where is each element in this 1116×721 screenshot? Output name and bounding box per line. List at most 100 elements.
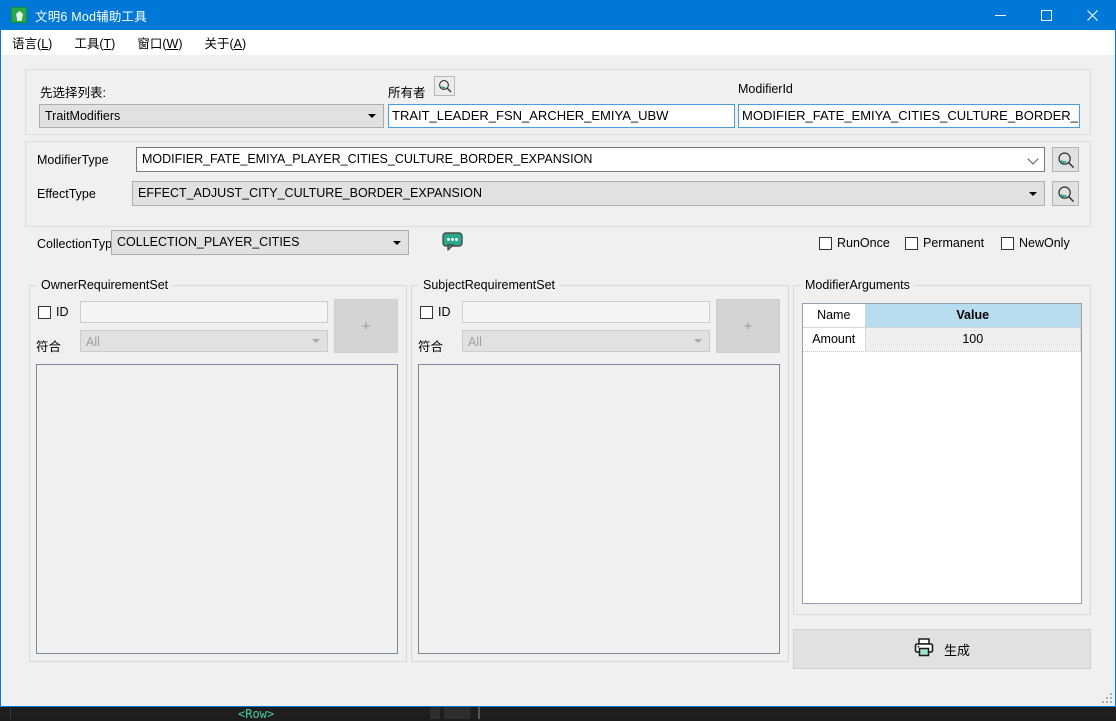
modifier-arguments-grid[interactable]: Name Value Amount 100 <box>802 303 1082 604</box>
checkbox-permanent-label: Permanent <box>923 236 985 250</box>
subject-id-checkbox-label: ID <box>438 305 451 319</box>
subject-requirement-set-group: SubjectRequirementSet ID + 符合 All <box>411 278 789 662</box>
modifier-id-label: ModifierId <box>738 82 793 96</box>
owner-search-icon[interactable] <box>434 76 455 96</box>
checkbox-newonly-label: NewOnly <box>1019 236 1070 250</box>
status-bar <box>1 684 1115 706</box>
menu-accel-about: A <box>233 36 243 51</box>
menu-accel-tools: T <box>103 36 112 51</box>
menu-bar: 语言(L) 工具(T) 窗口(W) 关于(A) <box>1 30 1115 55</box>
editor-tabstrip <box>430 706 560 719</box>
effect-type-value: EFFECT_ADJUST_CITY_CULTURE_BORDER_EXPANS… <box>138 186 483 200</box>
grid-header-name[interactable]: Name <box>803 304 866 328</box>
application-window: 文明6 Mod辅助工具 语言(L) 工具(T) 窗口(W) 关于(A) 先选择列… <box>0 0 1116 707</box>
list-select-label: 先选择列表: <box>40 86 106 100</box>
menu-label-window: 窗口 <box>137 36 163 51</box>
subject-id-checkbox[interactable]: ID <box>420 305 451 319</box>
menu-accel-language: L <box>41 36 49 51</box>
owner-id-checkbox[interactable]: ID <box>38 305 69 319</box>
printer-icon <box>914 638 934 660</box>
menu-label-language: 语言 <box>12 36 38 51</box>
list-select-value: TraitModifiers <box>45 109 121 123</box>
modifier-id-value: MODIFIER_FATE_EMIYA_CITIES_CULTURE_BORDE… <box>742 108 1079 123</box>
effect-type-search-icon[interactable] <box>1052 181 1079 206</box>
menu-item-tools[interactable]: 工具(T) <box>63 30 126 55</box>
app-icon <box>11 7 27 23</box>
menu-item-window[interactable]: 窗口(W) <box>126 30 193 55</box>
editor-gutter-line <box>10 706 11 719</box>
owner-requirement-list[interactable] <box>36 364 398 654</box>
subject-add-button[interactable]: + <box>716 299 780 353</box>
checkbox-permanent[interactable]: Permanent <box>905 236 984 250</box>
main-content: 先选择列表: TraitModifiers 所有者 TRAIT_LEADER_F… <box>1 55 1115 706</box>
subject-requirement-list[interactable] <box>418 364 780 654</box>
window-title: 文明6 Mod辅助工具 <box>35 9 147 24</box>
chevron-down-icon <box>312 339 320 343</box>
checkbox-permanent-box <box>905 236 918 250</box>
subject-match-value: All <box>468 335 482 349</box>
generate-button[interactable]: 生成 <box>793 629 1091 669</box>
modifier-type-label: ModifierType <box>37 153 109 167</box>
menu-item-about[interactable]: 关于(A) <box>193 30 257 55</box>
collection-type-value: COLLECTION_PLAYER_CITIES <box>117 235 300 249</box>
chevron-down-icon <box>393 240 401 245</box>
modifier-arguments-group: ModifierArguments Name Value Amount 100 <box>793 278 1091 615</box>
grid-cell-name[interactable]: Amount <box>803 327 866 352</box>
modifier-type-combo[interactable]: MODIFIER_FATE_EMIYA_PLAYER_CITIES_CULTUR… <box>136 147 1045 172</box>
subject-match-label: 符合 <box>418 340 444 354</box>
collection-type-combo[interactable]: COLLECTION_PLAYER_CITIES <box>111 230 409 255</box>
chevron-down-icon <box>1027 152 1039 165</box>
modifier-id-input[interactable]: MODIFIER_FATE_EMIYA_CITIES_CULTURE_BORDE… <box>738 104 1080 128</box>
subject-id-checkbox-box <box>420 305 433 319</box>
owner-match-combo[interactable]: All <box>80 330 328 352</box>
type-panel: ModifierType MODIFIER_FATE_EMIYA_PLAYER_… <box>25 141 1091 227</box>
chevron-down-icon <box>368 114 376 118</box>
minimize-icon[interactable] <box>977 0 1023 30</box>
menu-accel-window: W <box>166 36 179 51</box>
modifier-type-search-icon[interactable] <box>1052 147 1079 172</box>
grid-header-row: Name Value <box>803 304 1081 328</box>
owner-id-checkbox-box <box>38 305 51 319</box>
chevron-down-icon <box>1029 191 1037 196</box>
subject-requirement-set-title: SubjectRequirementSet <box>419 278 560 292</box>
subject-match-combo[interactable]: All <box>462 330 710 352</box>
comment-bubble-icon[interactable] <box>442 232 464 252</box>
table-row[interactable]: Amount 100 <box>803 327 1081 352</box>
chevron-down-icon <box>694 339 702 343</box>
generate-button-label: 生成 <box>943 642 970 658</box>
owner-requirement-set-title: OwnerRequirementSet <box>37 278 173 292</box>
effect-type-label: EffectType <box>37 187 96 201</box>
menu-label-tools: 工具 <box>74 36 100 51</box>
maximize-icon[interactable] <box>1023 0 1069 30</box>
menu-label-about: 关于 <box>204 36 230 51</box>
owner-requirement-set-group: OwnerRequirementSet ID + 符合 All <box>29 278 407 662</box>
owner-match-label: 符合 <box>36 340 62 354</box>
grid-header-value[interactable]: Value <box>865 304 1081 328</box>
subject-add-button-label: + <box>743 317 753 335</box>
collection-type-label: CollectionType <box>37 237 119 251</box>
selection-panel: 先选择列表: TraitModifiers 所有者 TRAIT_LEADER_F… <box>25 69 1091 135</box>
title-bar[interactable]: 文明6 Mod辅助工具 <box>1 0 1115 30</box>
owner-add-button[interactable]: + <box>334 299 398 353</box>
checkbox-runonce[interactable]: RunOnce <box>819 236 890 250</box>
owner-label: 所有者 <box>388 86 426 100</box>
owner-id-input[interactable] <box>80 301 328 323</box>
checkbox-runonce-label: RunOnce <box>837 236 890 250</box>
resize-grip[interactable] <box>1102 693 1112 703</box>
list-select-combo[interactable]: TraitModifiers <box>39 104 384 128</box>
checkbox-newonly[interactable]: NewOnly <box>1001 236 1070 250</box>
close-icon[interactable] <box>1069 0 1115 30</box>
subject-id-input[interactable] <box>462 301 710 323</box>
menu-item-language[interactable]: 语言(L) <box>1 30 63 55</box>
owner-value: TRAIT_LEADER_FSN_ARCHER_EMIYA_UBW <box>392 108 669 123</box>
checkbox-runonce-box <box>819 236 832 250</box>
owner-id-checkbox-label: ID <box>56 305 69 319</box>
owner-input[interactable]: TRAIT_LEADER_FSN_ARCHER_EMIYA_UBW <box>388 104 735 128</box>
modifier-arguments-title: ModifierArguments <box>801 278 914 292</box>
owner-add-button-label: + <box>361 317 371 335</box>
owner-match-value: All <box>86 335 100 349</box>
grid-cell-value[interactable]: 100 <box>865 327 1081 352</box>
checkbox-newonly-box <box>1001 236 1014 250</box>
effect-type-combo[interactable]: EFFECT_ADJUST_CITY_CULTURE_BORDER_EXPANS… <box>132 181 1045 206</box>
modifier-type-value: MODIFIER_FATE_EMIYA_PLAYER_CITIES_CULTUR… <box>142 152 593 166</box>
